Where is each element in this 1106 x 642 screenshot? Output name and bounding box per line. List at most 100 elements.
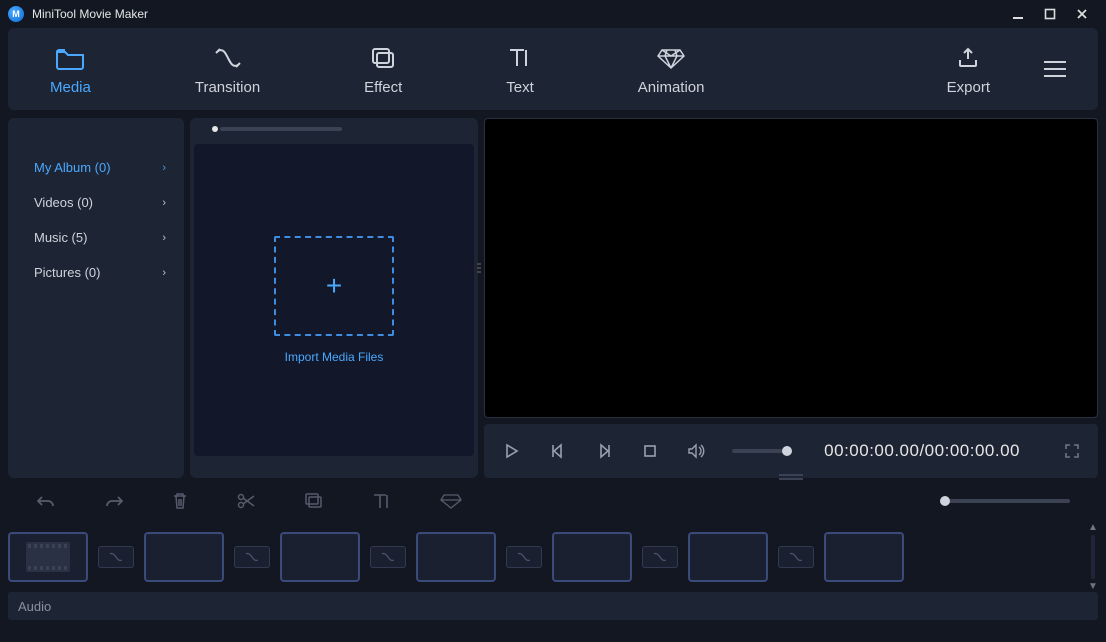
redo-icon [104,493,124,509]
sidebar-item-label: My Album (0) [34,160,111,175]
undo-icon [36,493,56,509]
tab-label: Effect [364,79,402,96]
close-button[interactable] [1066,0,1098,28]
fullscreen-button[interactable] [1064,443,1080,459]
scroll-up-icon[interactable]: ▲ [1088,522,1098,533]
horizontal-splitter[interactable] [477,248,481,288]
preview-column: 00:00:00.00/00:00:00.00 [484,118,1098,478]
transition-icon [244,552,260,562]
media-sidebar: My Album (0) › Videos (0) › Music (5) › … [8,118,184,478]
tab-effect[interactable]: Effect [352,37,414,102]
text-icon [507,43,533,73]
tab-label: Animation [638,79,705,96]
volume-button[interactable] [686,441,706,461]
transition-slot[interactable] [778,546,814,568]
vertical-splitter[interactable] [779,474,803,480]
transition-icon [214,43,242,73]
transition-icon [380,552,396,562]
audio-track[interactable]: Audio [8,592,1098,620]
tab-animation[interactable]: Animation [626,37,717,102]
import-dropzone[interactable]: + [274,236,394,336]
menu-button[interactable] [1042,59,1068,79]
maximize-button[interactable] [1034,0,1066,28]
transition-icon [108,552,124,562]
media-panel: + Import Media Files [194,144,474,456]
tab-transition[interactable]: Transition [183,37,272,102]
timeline-track: ▲ ▼ [8,526,1098,588]
plus-icon: + [326,270,342,302]
film-icon [26,542,70,572]
transition-icon [652,552,668,562]
sidebar-item-pictures[interactable]: Pictures (0) › [8,255,184,290]
sidebar-item-my-album[interactable]: My Album (0) › [8,150,184,185]
diamond-icon [440,492,462,510]
next-frame-button[interactable] [594,441,614,461]
transition-slot[interactable] [98,546,134,568]
trash-icon [172,492,188,510]
app-title: MiniTool Movie Maker [32,7,1002,21]
clip-slot[interactable] [824,532,904,582]
title-bar: M MiniTool Movie Maker [0,0,1106,28]
delete-button[interactable] [172,492,188,510]
export-button[interactable]: Export [935,37,1002,102]
time-display: 00:00:00.00/00:00:00.00 [824,441,1020,461]
tab-media[interactable]: Media [38,37,103,102]
clip-slot[interactable] [416,532,496,582]
sidebar-item-music[interactable]: Music (5) › [8,220,184,255]
stop-button[interactable] [640,441,660,461]
folder-icon [55,43,85,73]
play-icon [504,443,520,459]
stop-icon [643,444,657,458]
media-scroll-indicator[interactable] [212,126,456,132]
undo-button[interactable] [36,493,56,509]
timeline-animation-button[interactable] [440,492,462,510]
chevron-right-icon: › [162,232,166,244]
sidebar-item-label: Videos (0) [34,195,93,210]
fullscreen-icon [1064,443,1080,459]
clip-slot[interactable] [144,532,224,582]
audio-track-label: Audio [18,599,51,614]
redo-button[interactable] [104,493,124,509]
transition-slot[interactable] [642,546,678,568]
split-button[interactable] [236,492,256,510]
player-controls: 00:00:00.00/00:00:00.00 [484,424,1098,478]
timeline-vertical-scrollbar[interactable]: ▲ ▼ [1086,522,1100,592]
transition-slot[interactable] [506,546,542,568]
chevron-right-icon: › [162,267,166,279]
step-forward-icon [596,443,612,459]
clip-slot[interactable] [280,532,360,582]
preview-viewport[interactable] [484,118,1098,418]
step-back-icon [550,443,566,459]
chevron-right-icon: › [162,162,166,174]
export-icon [956,43,980,73]
import-label: Import Media Files [285,350,384,364]
minimize-button[interactable] [1002,0,1034,28]
sidebar-item-label: Music (5) [34,230,87,245]
diamond-icon [656,43,686,73]
play-button[interactable] [502,441,522,461]
main-toolbar: Media Transition Effect Text Animation E… [8,28,1098,110]
effect-icon [370,43,396,73]
transition-slot[interactable] [234,546,270,568]
clip-slot[interactable] [552,532,632,582]
chevron-right-icon: › [162,197,166,209]
tab-text[interactable]: Text [494,37,546,102]
transition-slot[interactable] [370,546,406,568]
tab-label: Text [506,79,534,96]
effect-icon [304,492,324,510]
prev-frame-button[interactable] [548,441,568,461]
timeline-effect-button[interactable] [304,492,324,510]
media-library: + Import Media Files [190,118,478,478]
sidebar-item-videos[interactable]: Videos (0) › [8,185,184,220]
scroll-down-icon[interactable]: ▼ [1088,581,1098,592]
text-icon [372,492,392,510]
tab-label: Transition [195,79,260,96]
clip-slot[interactable] [8,532,88,582]
timeline-zoom-slider[interactable] [940,499,1070,503]
middle-row: My Album (0) › Videos (0) › Music (5) › … [8,118,1098,478]
clip-slot[interactable] [688,532,768,582]
timeline-text-button[interactable] [372,492,392,510]
scissors-icon [236,492,256,510]
app-logo-icon: M [8,6,24,22]
volume-slider[interactable] [732,449,788,453]
